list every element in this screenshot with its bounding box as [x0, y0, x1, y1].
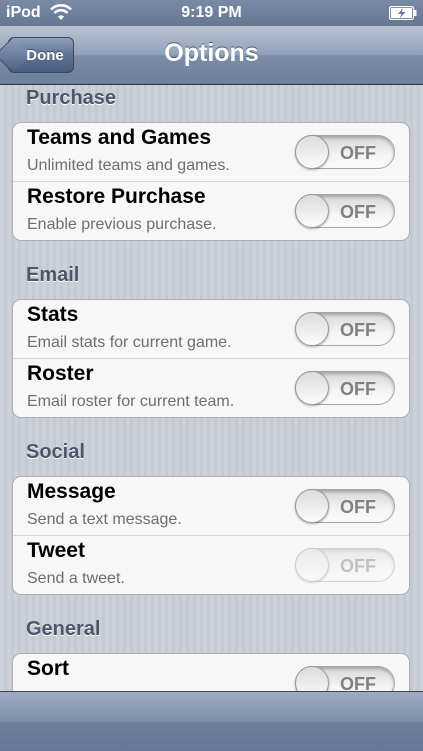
status-time: 9:19 PM	[181, 4, 242, 21]
option-title: Roster	[27, 362, 94, 385]
option-row-stats[interactable]: Stats Email stats for current game. OFF	[13, 300, 409, 359]
option-title: Sort	[27, 657, 69, 680]
option-subtitle: Send a text message.	[27, 511, 182, 528]
option-title: Teams and Games	[27, 126, 212, 149]
sort-toggle[interactable]: OFF	[295, 666, 395, 691]
done-button[interactable]: Done	[8, 37, 74, 73]
tweet-toggle[interactable]: OFF	[295, 548, 395, 582]
options-list[interactable]: Purchase Teams and Games Unlimited teams…	[0, 85, 423, 691]
toggle-knob	[295, 489, 329, 523]
teams-and-games-toggle[interactable]: OFF	[295, 135, 395, 169]
group-purchase: Teams and Games Unlimited teams and game…	[12, 122, 410, 241]
option-row-sort[interactable]: Sort OFF	[13, 654, 409, 691]
group-general: Sort OFF	[12, 653, 410, 691]
message-toggle[interactable]: OFF	[295, 489, 395, 523]
status-bar: iPod 9:19 PM	[0, 0, 423, 26]
toggle-label: OFF	[340, 320, 376, 340]
option-title: Restore Purchase	[27, 185, 206, 208]
section-header-social: Social	[26, 441, 85, 463]
toggle-label: OFF	[340, 674, 376, 691]
option-subtitle: Email roster for current team.	[27, 393, 235, 410]
toggle-knob	[295, 666, 329, 691]
toggle-knob	[295, 194, 329, 228]
option-row-message[interactable]: Message Send a text message. OFF	[13, 477, 409, 536]
toggle-label: OFF	[340, 379, 376, 399]
toggle-knob	[295, 312, 329, 346]
stats-toggle[interactable]: OFF	[295, 312, 395, 346]
option-subtitle: Send a tweet.	[27, 570, 125, 587]
toggle-label: OFF	[340, 202, 376, 222]
option-row-teams-and-games[interactable]: Teams and Games Unlimited teams and game…	[13, 123, 409, 182]
option-row-tweet[interactable]: Tweet Send a tweet. OFF	[13, 536, 409, 594]
option-subtitle: Unlimited teams and games.	[27, 157, 230, 174]
done-button-label: Done	[26, 46, 64, 64]
option-title: Tweet	[27, 539, 85, 562]
toggle-label: OFF	[340, 556, 376, 576]
battery-charging-icon	[389, 6, 417, 20]
navigation-bar: Done Options	[0, 26, 423, 85]
option-subtitle: Email stats for current game.	[27, 334, 232, 351]
section-header-purchase: Purchase	[26, 87, 117, 109]
toggle-label: OFF	[340, 143, 376, 163]
toggle-knob	[295, 548, 329, 582]
option-title: Message	[27, 480, 116, 503]
option-subtitle: Enable previous purchase.	[27, 216, 217, 233]
group-email: Stats Email stats for current game. OFF …	[12, 299, 410, 418]
restore-purchase-toggle[interactable]: OFF	[295, 194, 395, 228]
roster-toggle[interactable]: OFF	[295, 371, 395, 405]
option-row-restore-purchase[interactable]: Restore Purchase Enable previous purchas…	[13, 182, 409, 240]
toggle-knob	[295, 135, 329, 169]
section-header-general: General	[26, 618, 101, 640]
bottom-toolbar	[0, 691, 423, 751]
toggle-knob	[295, 371, 329, 405]
option-row-roster[interactable]: Roster Email roster for current team. OF…	[13, 359, 409, 417]
toggle-label: OFF	[340, 497, 376, 517]
option-title: Stats	[27, 303, 79, 326]
section-header-email: Email	[26, 264, 80, 286]
group-social: Message Send a text message. OFF Tweet S…	[12, 476, 410, 595]
